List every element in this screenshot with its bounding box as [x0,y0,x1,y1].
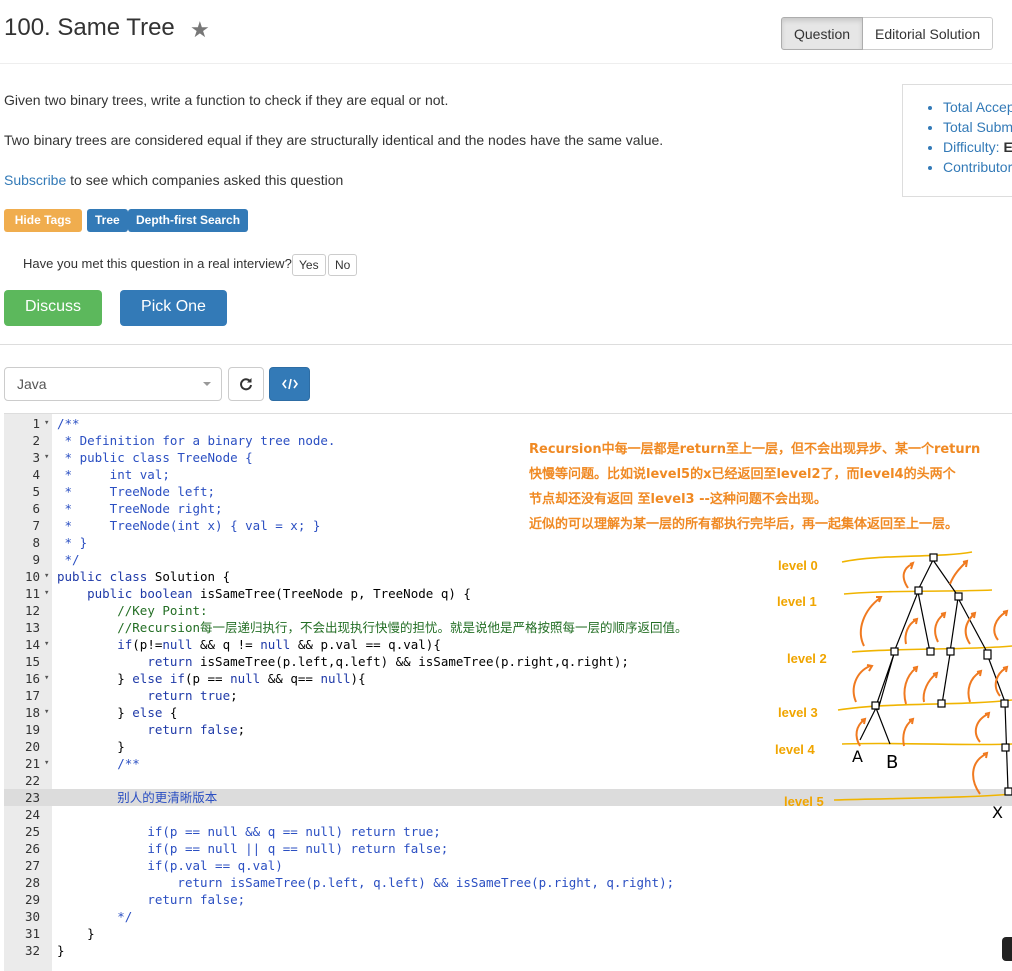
tree-label-b: B [886,752,898,773]
refresh-icon [240,378,252,391]
description-paragraph-1: Given two binary trees, write a function… [4,92,449,108]
code-line: 28 return isSameTree(p.left, q.left) && … [24,875,675,890]
pick-one-button[interactable]: Pick One [120,290,227,326]
divider [0,344,1012,345]
side-toggle-button[interactable] [1002,937,1012,961]
discuss-button[interactable]: Discuss [4,290,102,326]
tab-question[interactable]: Question [781,17,864,50]
tag-depth-first-search[interactable]: Depth-first Search [128,209,249,232]
code-line: 30 */ [24,909,133,924]
level-label: level 3 [778,705,818,720]
yes-button[interactable]: Yes [292,254,326,276]
subscribe-text: to see which companies asked this questi… [66,172,344,188]
annotation-line-1: Recursion中每一层都是return至上一层，但不会出现异步、某一个ret… [529,442,981,457]
language-select-value: Java [17,376,47,392]
level-label: level 0 [778,558,818,573]
star-icon[interactable]: ★ [190,17,210,43]
code-icon [281,378,298,390]
stat-difficulty: Difficulty: E [943,137,1012,157]
code-line: 32} [24,943,65,958]
stat-difficulty-value: E [1003,139,1012,155]
code-line: 29 return false; [24,892,246,907]
language-select[interactable]: Java [4,367,222,401]
code-format-button[interactable] [269,367,310,401]
code-line: 27 if(p.val == q.val) [24,858,283,873]
annotation-line-3: 节点却还没有返回 至level3 --这种问题不会出现。 [529,492,827,507]
stat-contributor[interactable]: Contributor [943,157,1012,177]
subscribe-line: Subscribe to see which companies asked t… [4,172,343,188]
annotation-line-4: 近似的可以理解为某一层的所有都执行完毕后，再一起集体返回至上一层。 [529,517,959,532]
annotation-line-2: 快慢等问题。比如说level5的x已经返回至level2了，而level4的头两… [529,467,956,482]
code-line: 5 * TreeNode left; [32,484,216,499]
view-tabs: Question Editorial Solution [781,17,994,50]
recursion-tree-drawing: A B X [833,551,1012,822]
problem-title: 100. Same Tree [4,14,175,41]
code-line: 26 if(p == null || q == null) return fal… [24,841,449,856]
divider [0,63,1012,64]
stats-panel: Total Accep Total Subm Difficulty: E Con… [902,84,1012,197]
interview-question: Have you met this question in a real int… [23,256,292,271]
reset-code-button[interactable] [228,367,264,401]
tab-editorial-solution[interactable]: Editorial Solution [863,17,994,50]
code-line: 31 } [24,926,95,941]
tag-tree[interactable]: Tree [87,209,128,232]
description-paragraph-2: Two binary trees are considered equal if… [4,132,664,148]
chevron-down-icon [203,382,211,386]
tree-label-x: X [992,803,1003,822]
level-label: level 1 [777,594,817,609]
subscribe-link[interactable]: Subscribe [4,172,66,188]
level-label: level 4 [775,742,815,757]
code-line: 1 ▾/** [32,416,80,431]
stat-difficulty-label: Difficulty: [943,139,1004,155]
stat-total-submissions[interactable]: Total Subm [943,117,1012,137]
level-label: level 5 [784,794,824,809]
tree-label-a: A [852,747,863,766]
hide-tags-button[interactable]: Hide Tags [4,209,82,232]
no-button[interactable]: No [328,254,358,276]
stat-total-accepted[interactable]: Total Accep [943,97,1012,117]
